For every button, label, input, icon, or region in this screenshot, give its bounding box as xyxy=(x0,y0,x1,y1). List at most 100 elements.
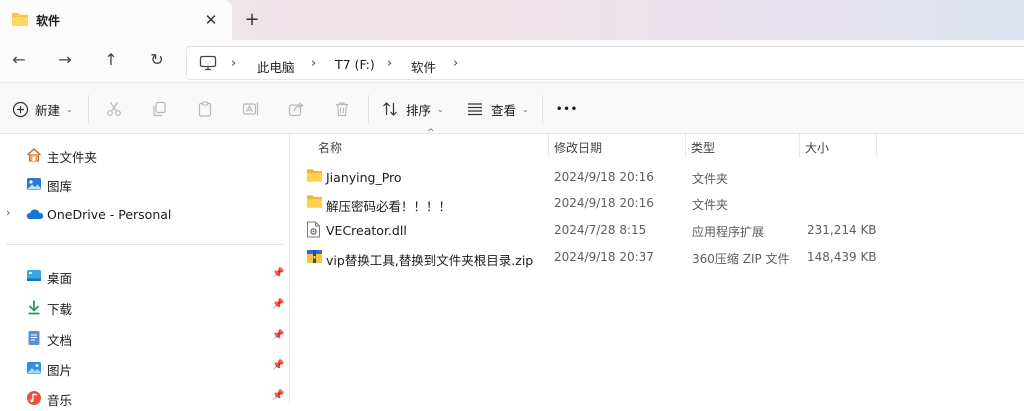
sidebar-item-home[interactable]: 主文件夹 xyxy=(0,142,288,168)
breadcrumb-software[interactable]: 软件 xyxy=(411,57,436,76)
title-bar: 软件 ✕ + xyxy=(0,0,1024,40)
chevron-right-icon[interactable]: › xyxy=(231,56,236,71)
copy-icon[interactable] xyxy=(147,97,171,121)
refresh-icon[interactable]: ↻ xyxy=(146,49,168,71)
dll-file-icon xyxy=(306,221,321,241)
file-type: 360压缩 ZIP 文件 xyxy=(692,252,790,266)
file-name: Jianying_Pro xyxy=(326,170,402,185)
view-button[interactable]: 查看 ⌄ xyxy=(467,97,529,121)
tab-software[interactable]: 软件 ✕ xyxy=(0,0,232,40)
pictures-icon xyxy=(26,360,42,376)
cloud-icon xyxy=(26,207,44,223)
sidebar-item-downloads[interactable]: 下载 📌 xyxy=(0,294,288,320)
command-bar: 新建 ⌄ 排序 ⌄ 查看 ⌄ ••• xyxy=(0,82,1024,134)
sidebar-item-label: 下载 xyxy=(47,302,73,317)
breadcrumb-drive[interactable]: T7 (F:) xyxy=(335,57,375,72)
plus-circle-icon xyxy=(12,101,29,118)
file-date: 2024/9/18 20:16 xyxy=(554,170,654,184)
sidebar-item-desktop[interactable]: 桌面 📌 xyxy=(0,263,288,289)
more-options-icon[interactable]: ••• xyxy=(556,97,578,121)
new-button[interactable]: 新建 ⌄ xyxy=(12,97,73,121)
chevron-right-icon[interactable]: › xyxy=(453,56,458,71)
column-divider[interactable] xyxy=(685,134,686,158)
file-date: 2024/9/18 20:37 xyxy=(554,250,654,264)
share-icon[interactable] xyxy=(284,97,308,121)
file-type: 文件夹 xyxy=(692,172,729,186)
file-row[interactable]: Jianying_Pro 2024/9/18 20:16 文件夹 xyxy=(302,164,882,190)
chevron-down-icon: ⌄ xyxy=(66,104,73,114)
up-icon[interactable]: ↑ xyxy=(100,49,122,71)
download-icon xyxy=(26,299,42,315)
toolbar-divider xyxy=(542,95,543,123)
paste-icon[interactable] xyxy=(193,97,217,121)
home-icon xyxy=(26,147,42,163)
sidebar-divider xyxy=(6,244,284,245)
file-name: VECreator.dll xyxy=(326,223,407,238)
column-header-name[interactable]: 名称 xyxy=(318,139,342,156)
navigation-bar: ← → ↑ ↻ › 此电脑 › T7 (F:) › 软件 › xyxy=(0,40,1024,82)
file-name: 解压密码必看！！！！ xyxy=(326,199,452,214)
toolbar-divider xyxy=(368,95,369,123)
chevron-down-icon: ⌄ xyxy=(522,104,529,114)
address-bar[interactable]: › 此电脑 › T7 (F:) › 软件 › xyxy=(186,46,1024,80)
close-icon[interactable]: ✕ xyxy=(202,11,220,29)
pin-icon[interactable]: 📌 xyxy=(272,330,284,341)
file-size: 231,214 KB xyxy=(807,223,877,237)
chevron-right-icon[interactable]: › xyxy=(387,56,392,71)
forward-icon[interactable]: → xyxy=(54,49,76,71)
file-date: 2024/7/28 8:15 xyxy=(554,223,647,237)
file-date: 2024/9/18 20:16 xyxy=(554,196,654,210)
sort-icon xyxy=(382,101,398,117)
chevron-right-icon[interactable]: › xyxy=(311,56,316,71)
pin-icon[interactable]: 📌 xyxy=(272,299,284,310)
file-row[interactable]: VECreator.dll 2024/7/28 8:15 应用程序扩展 231,… xyxy=(302,217,882,243)
chevron-down-icon: ⌄ xyxy=(437,104,444,114)
view-icon xyxy=(467,102,483,116)
sidebar-item-pictures[interactable]: 图片 📌 xyxy=(0,355,288,381)
new-tab-button[interactable]: + xyxy=(242,10,262,30)
chevron-right-icon[interactable]: › xyxy=(6,206,10,219)
pin-icon[interactable]: 📌 xyxy=(272,390,284,401)
sidebar-item-label: 主文件夹 xyxy=(47,150,98,165)
file-row[interactable]: vip替换工具,替换到文件夹根目录.zip 2024/9/18 20:37 36… xyxy=(302,244,882,270)
tab-title: 软件 xyxy=(36,14,61,28)
folder-icon xyxy=(306,194,323,212)
file-size: 148,439 KB xyxy=(807,250,877,264)
folder-icon xyxy=(306,168,323,186)
sidebar-item-label: 图库 xyxy=(47,179,73,194)
column-divider[interactable] xyxy=(799,134,800,158)
sidebar-item-gallery[interactable]: 图库 xyxy=(0,171,288,197)
column-divider[interactable] xyxy=(876,134,877,158)
sort-button-label: 排序 xyxy=(406,102,432,118)
desktop-icon xyxy=(26,268,42,284)
folder-icon xyxy=(11,12,29,30)
breadcrumb-this-pc[interactable]: 此电脑 xyxy=(257,57,295,76)
pin-icon[interactable]: 📌 xyxy=(272,268,284,279)
sidebar-item-documents[interactable]: 文档 📌 xyxy=(0,325,288,351)
cut-icon[interactable] xyxy=(102,97,126,121)
column-header-size[interactable]: 大小 xyxy=(805,139,829,156)
documents-icon xyxy=(26,330,42,346)
file-name: vip替换工具,替换到文件夹根目录.zip xyxy=(326,253,534,268)
back-icon[interactable]: ← xyxy=(8,49,30,71)
file-list: ^ 名称 修改日期 类型 大小 Jianying_Pro 2024/9/18 2… xyxy=(290,128,1024,404)
sidebar-item-onedrive[interactable]: › OneDrive - Personal xyxy=(0,202,288,228)
this-pc-icon[interactable] xyxy=(199,55,217,74)
column-header-type[interactable]: 类型 xyxy=(691,139,715,156)
file-type: 应用程序扩展 xyxy=(692,225,765,239)
column-divider[interactable] xyxy=(548,134,549,158)
navigation-pane: 主文件夹 图库 › OneDrive - Personal 桌面 📌 下载 📌 … xyxy=(0,134,290,408)
column-header-date[interactable]: 修改日期 xyxy=(554,139,602,156)
view-button-label: 查看 xyxy=(491,102,517,118)
zip-file-icon xyxy=(306,248,323,267)
delete-icon[interactable] xyxy=(330,97,354,121)
gallery-icon xyxy=(26,176,42,192)
rename-icon[interactable] xyxy=(239,97,263,121)
sidebar-item-label: 桌面 xyxy=(47,271,73,286)
sidebar-item-label: OneDrive - Personal xyxy=(47,207,172,222)
sidebar-item-label: 音乐 xyxy=(47,393,73,408)
sidebar-item-music[interactable]: 音乐 📌 xyxy=(0,385,288,411)
pin-icon[interactable]: 📌 xyxy=(272,360,284,371)
file-row[interactable]: 解压密码必看！！！！ 2024/9/18 20:16 文件夹 xyxy=(302,190,882,216)
sort-button[interactable]: 排序 ⌄ xyxy=(382,97,444,121)
